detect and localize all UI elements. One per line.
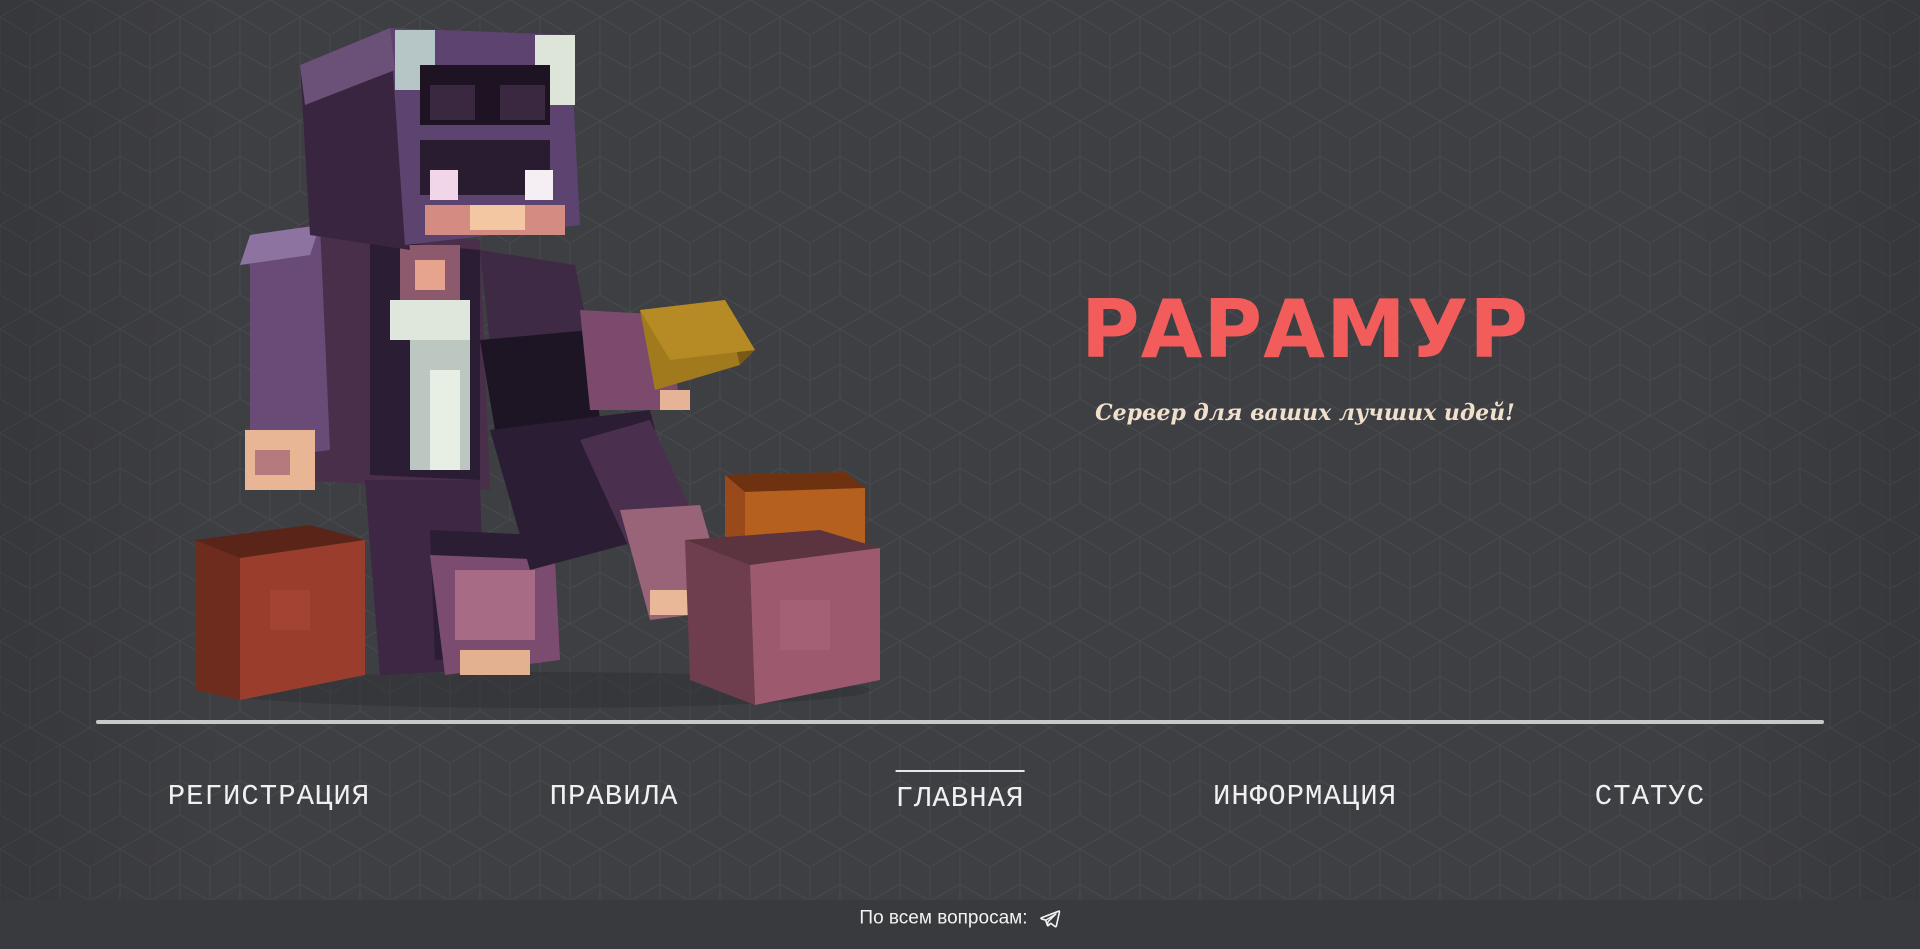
brand-block: РАРАМУР Сервер для ваших лучших идей! bbox=[1060, 283, 1550, 427]
telegram-icon[interactable] bbox=[1039, 908, 1061, 930]
character-head bbox=[300, 28, 580, 250]
pink-block bbox=[685, 530, 880, 705]
brand-subtitle: Сервер для ваших лучших идей! bbox=[1095, 400, 1515, 426]
main-nav: РЕГИСТРАЦИЯ ПРАВИЛА ГЛАВНАЯ ИНФОРМАЦИЯ С… bbox=[96, 770, 1824, 830]
character-left-arm bbox=[240, 225, 330, 490]
nav-item-rules[interactable]: ПРАВИЛА bbox=[550, 770, 679, 813]
footer-contact-text: По всем вопросам: bbox=[859, 907, 1028, 929]
gold-block bbox=[640, 300, 755, 390]
red-block bbox=[195, 525, 365, 700]
nav-item-registration[interactable]: РЕГИСТРАЦИЯ bbox=[168, 770, 370, 813]
nav-item-information[interactable]: ИНФОРМАЦИЯ bbox=[1213, 770, 1397, 813]
page: РАРАМУР Сервер для ваших лучших идей! РЕ… bbox=[0, 0, 1920, 949]
nav-item-home[interactable]: ГЛАВНАЯ bbox=[895, 770, 1025, 815]
footer: По всем вопросам: bbox=[0, 900, 1920, 949]
hero-illustration bbox=[195, 28, 880, 708]
brand-title: РАРАМУР bbox=[1080, 283, 1529, 376]
nav-item-status[interactable]: СТАТУС bbox=[1595, 770, 1705, 813]
nav-divider bbox=[96, 720, 1824, 724]
